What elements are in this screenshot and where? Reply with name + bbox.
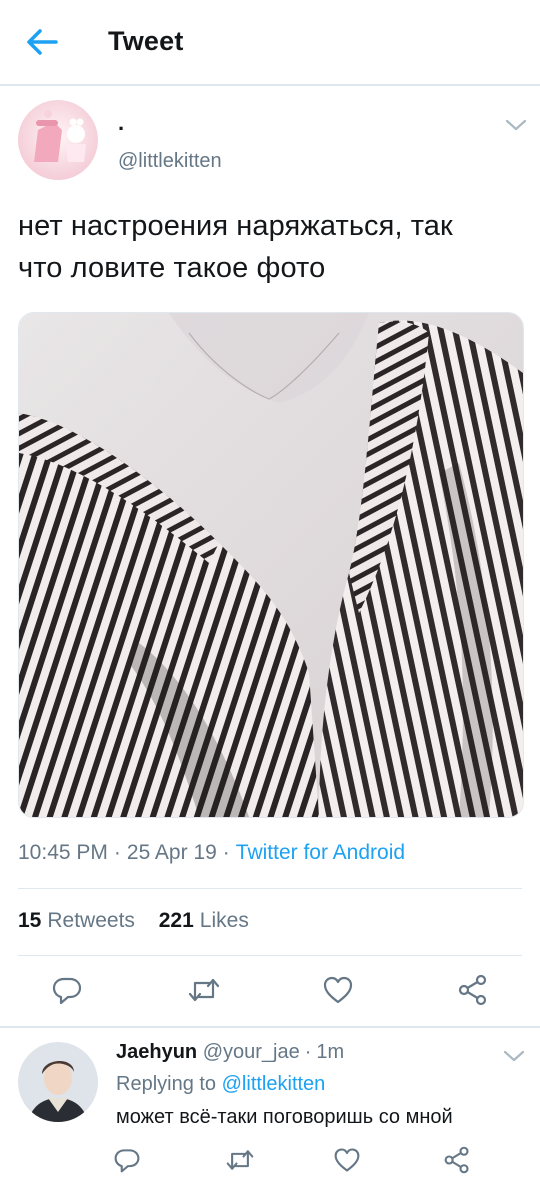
chevron-down-icon[interactable] — [503, 1049, 525, 1063]
author-avatar[interactable] — [18, 100, 98, 180]
likes-count-link[interactable]: 221 Likes — [159, 909, 249, 932]
retweet-icon[interactable] — [188, 974, 220, 1006]
meta-separator: · — [304, 1041, 312, 1063]
top-bar: Tweet — [0, 0, 540, 86]
likes-label: Likes — [199, 909, 249, 932]
retweets-count: 15 — [18, 909, 42, 932]
reply-author-avatar[interactable] — [18, 1042, 98, 1122]
share-icon[interactable] — [457, 974, 489, 1006]
share-icon[interactable] — [443, 1146, 471, 1174]
replying-prefix: Replying to — [116, 1073, 217, 1095]
tweet-time: 10:45 PM — [18, 841, 108, 864]
replying-to: Replying to @littlekitten — [116, 1073, 325, 1096]
chevron-down-icon[interactable] — [505, 118, 527, 132]
author-name[interactable]: . — [118, 110, 124, 136]
reply-author-handle[interactable]: @your_jae — [203, 1041, 300, 1063]
likes-count: 221 — [158, 909, 194, 932]
tweet-text-line: нет настроения наряжаться, так — [18, 210, 453, 242]
retweets-count-link[interactable]: 15 Retweets — [18, 909, 135, 932]
tweet-text: нет настроения наряжаться, так что ловит… — [18, 205, 528, 289]
like-icon[interactable] — [322, 974, 354, 1006]
engagement-counts: 15 Retweets 221 Likes — [18, 909, 267, 933]
tweet-source-link[interactable]: Twitter for Android — [236, 841, 405, 864]
arrow-left-icon[interactable] — [24, 26, 60, 58]
divider — [18, 955, 522, 956]
reply-icon[interactable] — [113, 1146, 141, 1174]
reply-header: Jaehyun @your_jae · 1m — [116, 1041, 344, 1064]
divider — [18, 888, 522, 889]
replying-to-mention[interactable]: @littlekitten — [222, 1073, 326, 1095]
reply-author-name[interactable]: Jaehyun — [116, 1041, 197, 1063]
reply-time: 1m — [316, 1041, 345, 1063]
tweet-text-line: что ловите такое фото — [18, 252, 326, 284]
meta-separator: · — [222, 841, 230, 864]
tweet-photo[interactable] — [18, 312, 524, 818]
tweet-meta: 10:45 PM · 25 Apr 19 · Twitter for Android — [18, 841, 405, 865]
meta-separator: · — [113, 841, 121, 864]
author-handle[interactable]: @littlekitten — [118, 150, 222, 173]
tweet-date: 25 Apr 19 — [126, 841, 217, 864]
page-title: Tweet — [108, 26, 184, 56]
retweet-icon[interactable] — [226, 1146, 254, 1174]
reply-text: может всё-таки поговоришь со мной — [116, 1106, 453, 1128]
like-icon[interactable] — [333, 1146, 361, 1174]
reply-icon[interactable] — [51, 974, 83, 1006]
reply-separator — [0, 1026, 540, 1028]
retweets-label: Retweets — [47, 909, 135, 932]
